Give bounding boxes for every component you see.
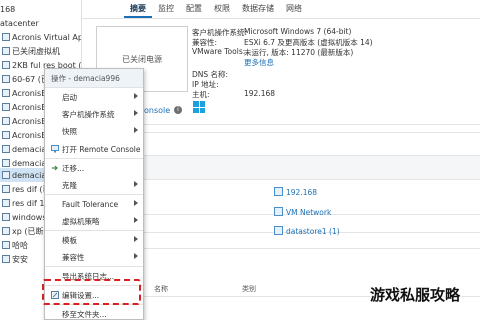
vm-icon	[2, 47, 10, 55]
vm-icon	[2, 185, 10, 193]
ip-link[interactable]: 192.168	[286, 188, 317, 197]
datastore-link[interactable]: datastore1 (1)	[286, 227, 340, 236]
tree-item[interactable]: 已关闭虚拟机	[0, 44, 81, 58]
menu-item-clone[interactable]: 克隆	[45, 176, 143, 194]
menu-item-label: 快照	[62, 126, 77, 136]
network-icon	[274, 207, 283, 216]
tree-item-label: atacenter	[0, 18, 39, 28]
tree-item[interactable]: Acronis Virtual Applia	[0, 30, 81, 44]
submenu-arrow-icon	[134, 200, 138, 206]
menu-item-guest-os[interactable]: 客户机操作系统	[45, 105, 143, 123]
submenu-arrow-icon	[134, 253, 138, 259]
tab-monitor[interactable]: 监控	[152, 0, 180, 18]
tree-item-label: Acronis Virtual Applia	[12, 32, 81, 42]
power-status: 已关闭电源	[122, 54, 162, 64]
menu-item-snapshots[interactable]: 快照	[45, 122, 143, 140]
tree-item-label: demacia	[12, 144, 47, 154]
menu-item-migrate[interactable]: 迁移...	[45, 159, 143, 177]
tree-item-label: 168	[0, 4, 16, 14]
host-key: 主机:	[192, 90, 210, 99]
submenu-arrow-icon	[134, 110, 138, 116]
tab-networks[interactable]: 网络	[280, 0, 308, 18]
info-icon[interactable]: i	[174, 106, 182, 114]
submenu-arrow-icon	[134, 181, 138, 187]
submenu-arrow-icon	[134, 93, 138, 99]
tab-summary[interactable]: 摘要	[124, 0, 152, 18]
vm-icon	[2, 199, 10, 207]
tree-item-label: 哈哈	[12, 240, 28, 250]
vm-icon	[2, 227, 10, 235]
menu-item-label: 虚拟机策略	[62, 216, 100, 226]
vm-icon	[2, 145, 10, 153]
menu-item-label: 启动	[62, 92, 77, 102]
menu-item-power[interactable]: 启动	[45, 88, 143, 106]
more-info-link[interactable]: 更多信息	[244, 57, 274, 68]
vm-icon	[2, 61, 10, 69]
menu-header-label: 操作 - demacia996	[51, 73, 120, 83]
tab-permissions[interactable]: 权限	[208, 0, 236, 18]
menu-item-fault-tolerance[interactable]: Fault Tolerance	[45, 195, 143, 213]
vm-icon	[2, 103, 10, 111]
launch-console-link[interactable]: onsole	[144, 106, 170, 115]
menu-item-label: Fault Tolerance	[62, 199, 119, 209]
vm-icon	[2, 33, 10, 41]
menu-item-label: 克隆	[62, 180, 77, 190]
vm-icon	[2, 117, 10, 125]
remote-console-icon	[51, 145, 59, 153]
vm-icon	[2, 89, 10, 97]
datastore-icon	[274, 226, 283, 235]
submenu-arrow-icon	[134, 127, 138, 133]
network-link[interactable]: VM Network	[286, 208, 331, 217]
vm-icon	[2, 255, 10, 263]
tree-item[interactable]: atacenter	[0, 16, 81, 30]
column-header-category[interactable]: 类别	[242, 284, 256, 294]
menu-item-vm-policies[interactable]: 虚拟机策略	[45, 212, 143, 230]
watermark-text: 游戏私服攻略	[370, 286, 461, 304]
menu-item-remote-console[interactable]: 打开 Remote Console	[45, 140, 143, 158]
windows-logo-icon	[193, 101, 205, 113]
edit-settings-highlight	[42, 279, 141, 305]
menu-header: 操作 - demacia996	[45, 69, 143, 87]
menu-item-label: 兼容性	[62, 252, 85, 262]
migrate-icon	[52, 165, 58, 171]
column-header-name[interactable]: 名称	[154, 284, 168, 294]
tree-item-label: 已关闭虚拟机	[12, 46, 60, 56]
guest-os-value: Microsoft Windows 7 (64-bit)	[244, 27, 352, 36]
vm-icon	[2, 213, 10, 221]
vm-icon	[2, 75, 10, 83]
menu-item-compatibility[interactable]: 兼容性	[45, 248, 143, 266]
tab-configure[interactable]: 配置	[180, 0, 208, 18]
vmware-tools-key: VMware Tools:	[192, 47, 246, 56]
tab-datastores[interactable]: 数据存储	[236, 0, 280, 18]
submenu-arrow-icon	[134, 236, 138, 242]
vm-icon	[2, 131, 10, 139]
tree-item[interactable]: 168	[0, 2, 81, 16]
tab-divider	[82, 18, 480, 19]
tree-item-label: 安安	[12, 254, 28, 264]
menu-item-label: 迁移...	[62, 163, 85, 173]
host-value: 192.168	[244, 89, 276, 98]
vm-icon	[2, 171, 10, 179]
menu-item-label: 移至文件夹...	[62, 309, 107, 319]
divider	[140, 248, 480, 249]
menu-item-move-to-folder[interactable]: 移至文件夹...	[45, 305, 143, 320]
menu-item-label: 客户机操作系统	[62, 109, 115, 119]
tab-bar: 摘要 监控 配置 权限 数据存储 网络	[124, 0, 308, 18]
menu-item-template[interactable]: 模板	[45, 231, 143, 249]
menu-item-label: 打开 Remote Console	[62, 144, 141, 154]
vm-icon	[2, 159, 10, 167]
ip-icon	[274, 187, 283, 196]
vm-icon	[2, 241, 10, 249]
menu-item-label: 模板	[62, 235, 77, 245]
submenu-arrow-icon	[134, 217, 138, 223]
